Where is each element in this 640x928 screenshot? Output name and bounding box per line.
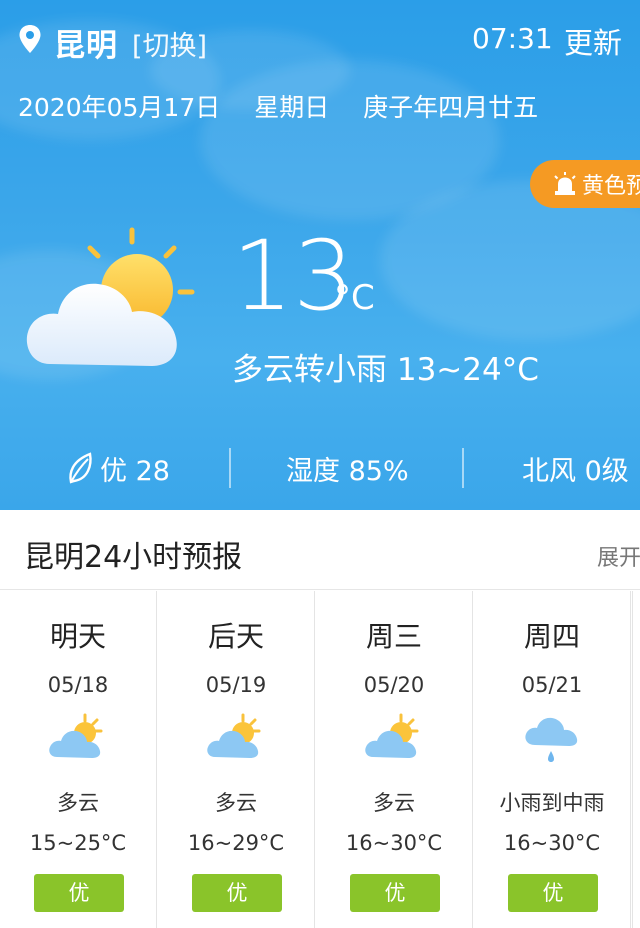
day-name: 后天: [207, 620, 264, 653]
day-name: 周四: [523, 620, 580, 653]
location-pin-icon: [19, 25, 41, 53]
date-line: 2020年05月17日 星期日 庚子年四月廿五: [18, 88, 564, 124]
lunar-date: 庚子年四月廿五: [363, 93, 539, 122]
day-condition: 多云: [57, 791, 99, 815]
day-condition: 多云: [215, 791, 257, 815]
alert-label: 黄色预: [582, 174, 640, 199]
day-aqi-badge: 优: [34, 874, 124, 912]
day-aqi-badge: 优: [508, 874, 598, 912]
day-aqi-badge: 优: [192, 874, 282, 912]
day-temperature-range: 15~25°C: [29, 831, 127, 855]
day-date: 05/19: [205, 673, 267, 697]
leaf-icon: [69, 452, 92, 484]
update-time: 07:31: [472, 22, 553, 55]
day-date: 05/20: [363, 673, 425, 697]
partly-cloudy-icon: [49, 713, 103, 758]
expand-button[interactable]: 展开: [597, 540, 640, 572]
alarm-light-icon: [554, 172, 576, 195]
daily-forecast-list: 明天 05/18 多云 15~25°C 优 后天 05/19 多云 16~29°…: [0, 591, 640, 928]
weather-alert-badge[interactable]: 黄色预: [530, 160, 640, 208]
day-name: 明天: [49, 620, 106, 653]
divider: [229, 448, 231, 488]
humidity: 湿度 85%: [286, 455, 409, 487]
day-temperature-range: 16~30°C: [345, 831, 443, 855]
weather-stats: 优 28 湿度 85% 北风 0级: [0, 446, 640, 490]
day-date: 05/18: [47, 673, 109, 697]
partly-cloudy-icon: [207, 713, 261, 758]
refresh-button[interactable]: 更新: [564, 20, 622, 62]
forecast-header: 昆明24小时预报 展开: [0, 510, 640, 590]
day-temperature-range: 16~30°C: [503, 831, 601, 855]
day-condition: 多云: [373, 791, 415, 815]
air-quality[interactable]: 优 28: [66, 446, 170, 490]
partly-cloudy-icon: [26, 227, 195, 366]
solar-date: 2020年05月17日: [18, 93, 221, 122]
divider: [462, 448, 464, 488]
switch-city-button[interactable]: [切换]: [132, 24, 207, 63]
city-name[interactable]: 昆明: [54, 20, 118, 65]
weather-hero: 昆明 [切换] 07:31 更新 2020年05月17日 星期日 庚子年四月廿五…: [0, 0, 640, 510]
temperature-unit: °C: [334, 278, 375, 318]
day-aqi-badge: 优: [350, 874, 440, 912]
forecast-day-partial: [632, 591, 640, 928]
forecast-day[interactable]: 明天 05/18 多云 15~25°C 优: [0, 591, 157, 928]
day-condition: 小雨到中雨: [499, 791, 605, 815]
day-date: 05/21: [521, 673, 583, 697]
forecast-day[interactable]: 周四 05/21 小雨到中雨 16~30°C 优: [474, 591, 631, 928]
wind: 北风 0级: [522, 455, 629, 487]
light-rain-icon: [525, 717, 578, 762]
forecast-day[interactable]: 周三 05/20 多云 16~30°C 优: [316, 591, 473, 928]
top-bar: 昆明 [切换] 07:31 更新: [0, 0, 640, 80]
partly-cloudy-icon: [365, 713, 419, 758]
forecast-day[interactable]: 后天 05/19 多云 16~29°C 优: [158, 591, 315, 928]
day-temperature-range: 16~29°C: [187, 831, 285, 855]
air-quality-value: 优 28: [100, 455, 170, 487]
day-name: 周三: [365, 620, 422, 653]
forecast-title: 昆明24小时预报: [24, 540, 243, 575]
weekday: 星期日: [254, 93, 330, 122]
current-condition: 多云转小雨 13~24°C: [232, 352, 539, 388]
